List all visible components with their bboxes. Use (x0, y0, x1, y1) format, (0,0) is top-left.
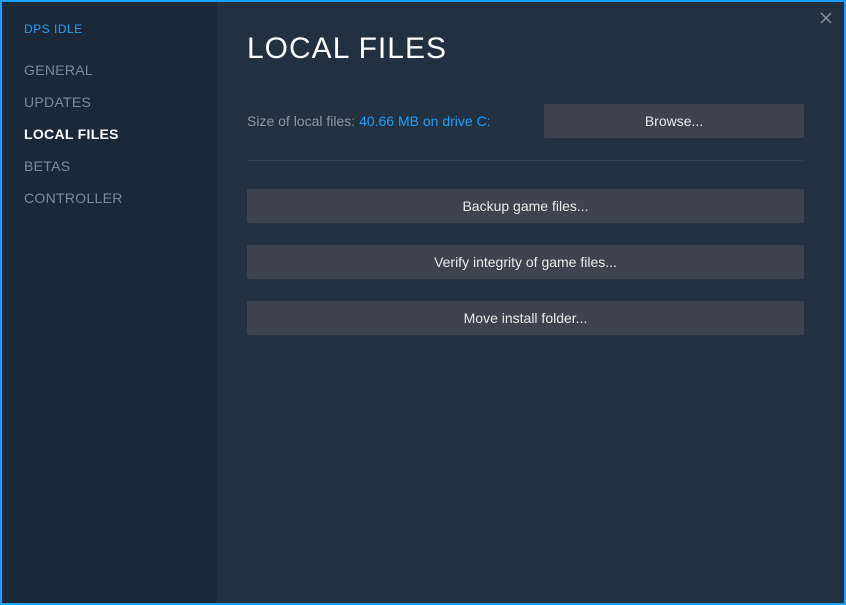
sidebar-title: DPS IDLE (2, 22, 217, 54)
backup-button[interactable]: Backup game files... (247, 189, 804, 223)
size-value: 40.66 MB on drive C: (359, 113, 491, 129)
size-row: Size of local files: 40.66 MB on drive C… (247, 104, 804, 138)
size-text: Size of local files: 40.66 MB on drive C… (247, 113, 491, 129)
close-button[interactable] (818, 10, 834, 26)
browse-button[interactable]: Browse... (544, 104, 804, 138)
sidebar-item-controller[interactable]: CONTROLLER (2, 182, 217, 214)
verify-button[interactable]: Verify integrity of game files... (247, 245, 804, 279)
sidebar-item-updates[interactable]: UPDATES (2, 86, 217, 118)
sidebar-item-local-files[interactable]: LOCAL FILES (2, 118, 217, 150)
move-button[interactable]: Move install folder... (247, 301, 804, 335)
divider (247, 160, 804, 161)
sidebar: DPS IDLE GENERAL UPDATES LOCAL FILES BET… (2, 2, 217, 603)
sidebar-item-general[interactable]: GENERAL (2, 54, 217, 86)
sidebar-item-betas[interactable]: BETAS (2, 150, 217, 182)
size-label: Size of local files: (247, 113, 359, 129)
main-panel: LOCAL FILES Size of local files: 40.66 M… (217, 2, 844, 603)
close-icon (820, 12, 832, 24)
page-title: LOCAL FILES (247, 32, 804, 66)
